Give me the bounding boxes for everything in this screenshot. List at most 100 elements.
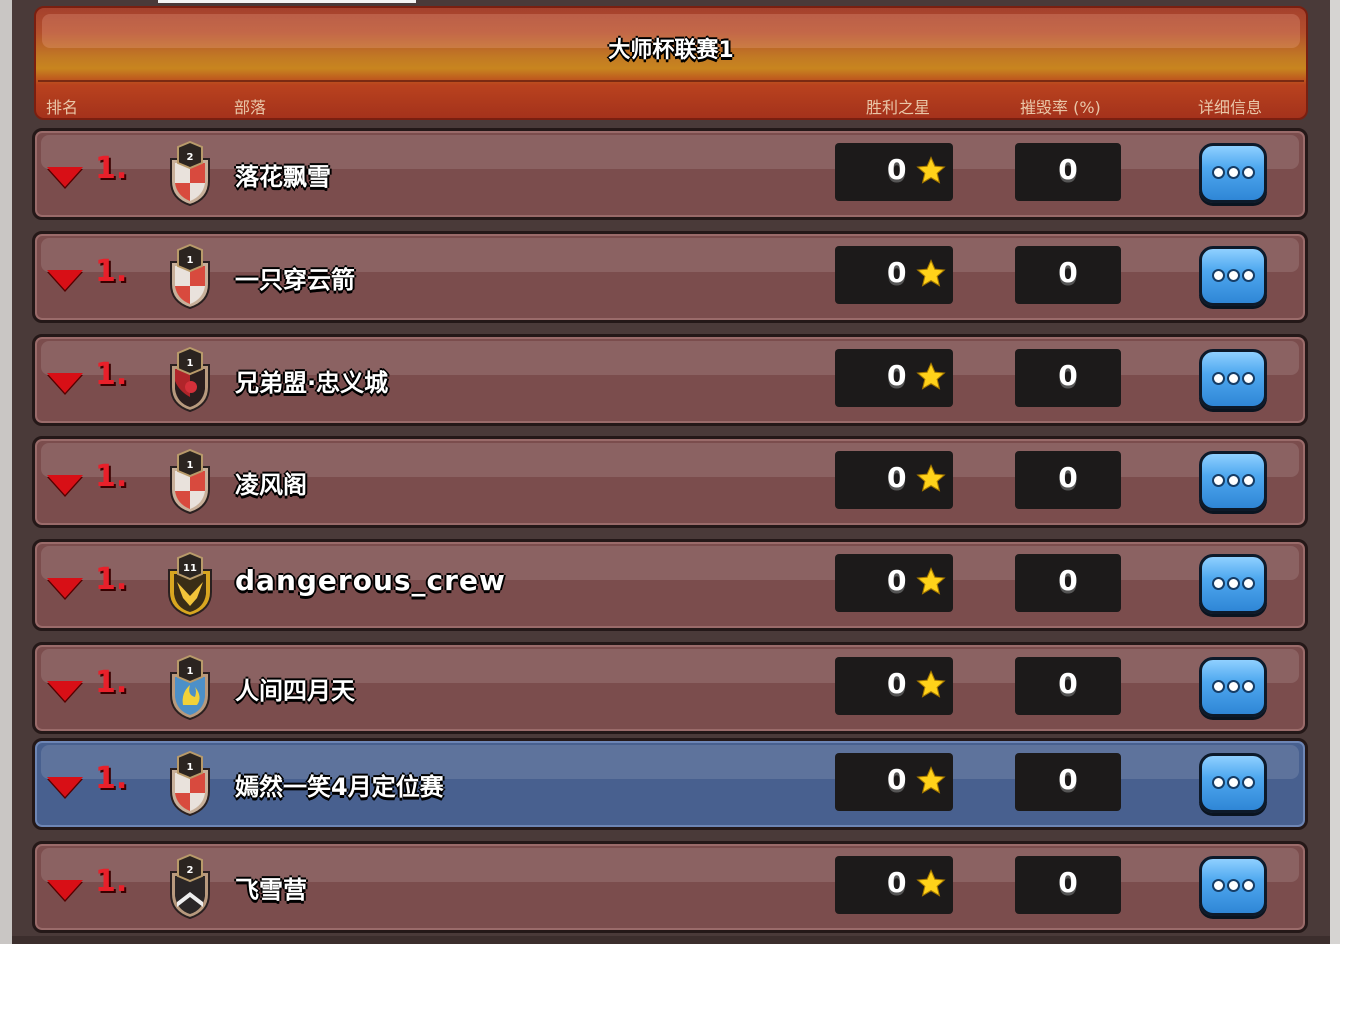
destruction-box: 0 <box>1015 753 1121 811</box>
more-dots-icon <box>1202 575 1264 594</box>
details-button[interactable] <box>1199 143 1267 203</box>
destruction-box: 0 <box>1015 451 1121 509</box>
destruction-value: 0 <box>1058 461 1078 494</box>
rank-number: 1. <box>95 665 128 700</box>
destruction-box: 0 <box>1015 246 1121 304</box>
rank-down-arrow-icon <box>47 373 83 393</box>
rank-number: 1. <box>95 357 128 392</box>
stars-box: 0 <box>835 554 953 612</box>
destruction-value: 0 <box>1058 667 1078 700</box>
stars-box: 0 <box>835 246 953 304</box>
details-button[interactable] <box>1199 349 1267 409</box>
rank-down-arrow-icon <box>47 880 83 900</box>
destruction-box: 0 <box>1015 657 1121 715</box>
league-title: 大师杯联赛1 <box>608 38 734 63</box>
details-button[interactable] <box>1199 554 1267 614</box>
rank-number: 1. <box>95 562 128 597</box>
star-icon <box>916 362 946 390</box>
rank-down-arrow-icon <box>47 270 83 290</box>
clan-row[interactable]: 1. 1 一只穿云箭 0 0 <box>32 231 1308 323</box>
stars-value: 0 <box>887 153 907 186</box>
star-icon <box>916 766 946 794</box>
clan-name[interactable]: 兄弟盟·忠义城 <box>235 363 388 398</box>
more-dots-icon <box>1202 472 1264 491</box>
more-dots-icon <box>1202 678 1264 697</box>
badge-level: 2 <box>187 152 194 163</box>
column-header-destruction: 摧毁率 (%) <box>1020 98 1101 117</box>
more-dots-icon <box>1202 370 1264 389</box>
destruction-value: 0 <box>1058 256 1078 289</box>
rank-number: 1. <box>95 761 128 796</box>
rank-down-arrow-icon <box>47 578 83 598</box>
destruction-value: 0 <box>1058 359 1078 392</box>
clan-row[interactable]: 1. 1 人间四月天 0 0 <box>32 642 1308 734</box>
destruction-value: 0 <box>1058 763 1078 796</box>
clan-name[interactable]: 嫣然一笑4月定位赛 <box>235 767 444 802</box>
clan-row[interactable]: 1. 2 落花飘雪 0 0 <box>32 128 1308 220</box>
column-header-details: 详细信息 <box>1198 98 1263 117</box>
star-icon <box>916 567 946 595</box>
destruction-box: 0 <box>1015 856 1121 914</box>
stars-value: 0 <box>887 564 907 597</box>
rank-number: 1. <box>95 254 128 289</box>
star-icon <box>916 156 946 184</box>
destruction-value: 0 <box>1058 153 1078 186</box>
stars-value: 0 <box>887 359 907 392</box>
clan-badge-icon[interactable]: 1 <box>165 448 215 515</box>
clan-name[interactable]: 人间四月天 <box>235 671 355 706</box>
star-icon <box>916 259 946 287</box>
clan-badge-icon[interactable]: 2 <box>165 853 215 920</box>
rank-number: 1. <box>95 459 128 494</box>
stars-box: 0 <box>835 349 953 407</box>
stars-box: 0 <box>835 753 953 811</box>
star-icon <box>916 869 946 897</box>
stars-value: 0 <box>887 667 907 700</box>
clan-badge-icon[interactable]: 1 <box>165 654 215 721</box>
clan-row[interactable]: 1. 11 dangerous_crew 0 0 <box>32 539 1308 631</box>
stars-value: 0 <box>887 763 907 796</box>
details-button[interactable] <box>1199 657 1267 717</box>
details-button[interactable] <box>1199 753 1267 813</box>
badge-level: 11 <box>183 563 197 574</box>
destruction-box: 0 <box>1015 554 1121 612</box>
details-button[interactable] <box>1199 856 1267 916</box>
badge-level: 2 <box>187 865 194 876</box>
destruction-box: 0 <box>1015 143 1121 201</box>
badge-level: 1 <box>187 666 194 677</box>
clan-badge-icon[interactable]: 2 <box>165 140 215 207</box>
stars-value: 0 <box>887 866 907 899</box>
clan-badge-icon[interactable]: 11 <box>165 551 215 618</box>
badge-level: 1 <box>187 255 194 266</box>
top-strip <box>158 0 416 3</box>
clan-badge-icon[interactable]: 1 <box>165 346 215 413</box>
clan-name[interactable]: dangerous_crew <box>235 564 506 597</box>
clan-row[interactable]: 1. 2 飞雪营 0 0 <box>32 841 1308 933</box>
clan-name[interactable]: 一只穿云箭 <box>235 260 355 295</box>
destruction-value: 0 <box>1058 564 1078 597</box>
stars-box: 0 <box>835 451 953 509</box>
rank-number: 1. <box>95 151 128 186</box>
clan-name[interactable]: 凌风阁 <box>235 465 307 500</box>
details-button[interactable] <box>1199 451 1267 511</box>
clan-name[interactable]: 飞雪营 <box>235 870 307 905</box>
details-button[interactable] <box>1199 246 1267 306</box>
badge-level: 1 <box>187 460 194 471</box>
clan-badge-icon[interactable]: 1 <box>165 243 215 310</box>
destruction-value: 0 <box>1058 866 1078 899</box>
stars-box: 0 <box>835 856 953 914</box>
star-icon <box>916 670 946 698</box>
badge-level: 1 <box>187 762 194 773</box>
destruction-box: 0 <box>1015 349 1121 407</box>
stars-value: 0 <box>887 461 907 494</box>
rank-down-arrow-icon <box>47 475 83 495</box>
rank-down-arrow-icon <box>47 777 83 797</box>
rank-down-arrow-icon <box>47 681 83 701</box>
clan-badge-icon[interactable]: 1 <box>165 750 215 817</box>
header-divider <box>38 80 1304 82</box>
clan-row[interactable]: 1. 1 嫣然一笑4月定位赛 0 0 <box>32 738 1308 830</box>
stars-box: 0 <box>835 143 953 201</box>
clan-name[interactable]: 落花飘雪 <box>235 157 331 192</box>
clan-row[interactable]: 1. 1 凌风阁 0 0 <box>32 436 1308 528</box>
clan-row[interactable]: 1. 1 兄弟盟·忠义城 0 0 <box>32 334 1308 426</box>
stars-box: 0 <box>835 657 953 715</box>
